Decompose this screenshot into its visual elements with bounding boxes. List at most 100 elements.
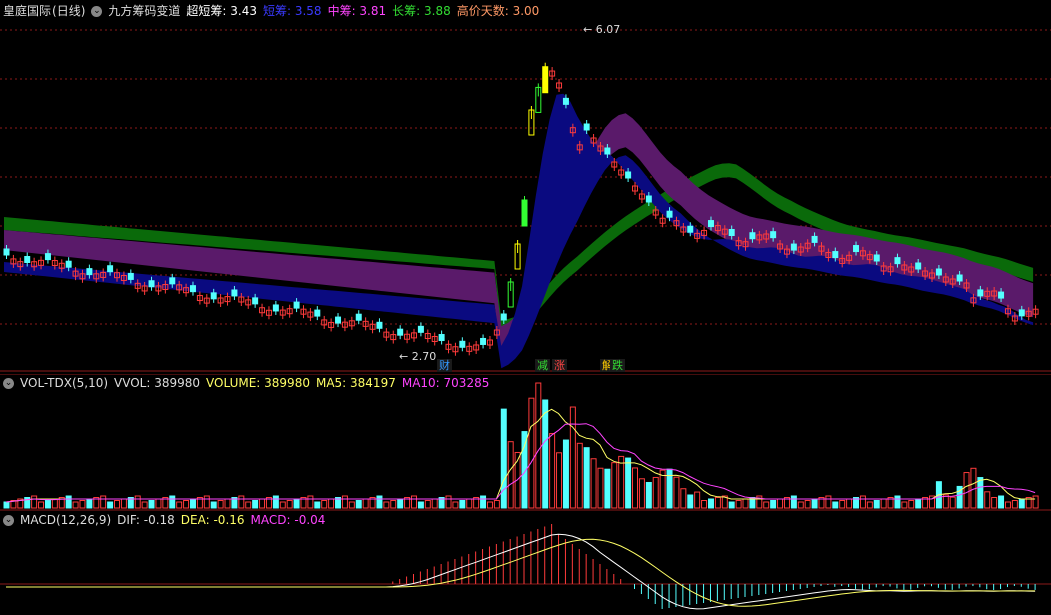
candle-body bbox=[3, 248, 10, 256]
volume-bar bbox=[707, 498, 714, 509]
candle-body bbox=[107, 265, 114, 273]
volume-bar bbox=[362, 498, 369, 509]
volume-bar bbox=[1032, 495, 1039, 509]
candle-body bbox=[790, 243, 797, 251]
candle-body bbox=[252, 297, 259, 305]
volume-bar bbox=[528, 397, 535, 509]
volume-bar bbox=[797, 501, 804, 509]
candle-body bbox=[542, 66, 549, 94]
volume-bar bbox=[625, 457, 632, 509]
volume-bar bbox=[500, 408, 507, 509]
volume-bar bbox=[680, 488, 687, 509]
volume-bar bbox=[376, 495, 383, 509]
dea-line bbox=[6, 538, 1036, 607]
candle-body bbox=[480, 337, 487, 345]
volume-bar bbox=[728, 501, 735, 509]
volume-bar bbox=[666, 468, 673, 509]
volume-bar bbox=[79, 500, 86, 509]
volume-bar bbox=[397, 498, 404, 509]
volume-bar bbox=[307, 495, 314, 509]
volume-chart[interactable] bbox=[0, 374, 1051, 512]
volume-bar bbox=[259, 498, 266, 509]
event-marker-1[interactable]: 减 bbox=[535, 359, 550, 372]
candle-body bbox=[272, 304, 279, 312]
volume-bar bbox=[459, 500, 466, 509]
volume-bar bbox=[742, 498, 749, 509]
candle-body bbox=[65, 260, 72, 268]
candle-body bbox=[86, 268, 93, 276]
candle-body bbox=[376, 321, 383, 329]
volume-bar bbox=[203, 495, 210, 509]
volume-bar bbox=[183, 500, 190, 509]
volume-bar bbox=[486, 501, 493, 509]
candle-body bbox=[521, 199, 528, 227]
volume-bar bbox=[652, 476, 659, 509]
volume-bar bbox=[714, 497, 721, 509]
volume-bar bbox=[348, 501, 355, 509]
volume-bar bbox=[3, 501, 10, 509]
candle-body bbox=[335, 316, 342, 324]
volume-bar bbox=[963, 472, 970, 509]
candle-body bbox=[44, 253, 51, 261]
volume-bar bbox=[590, 458, 597, 509]
volume-bar bbox=[1011, 500, 1018, 509]
low-price-label: ← 2.70 bbox=[399, 350, 436, 363]
candle-body bbox=[500, 313, 507, 321]
volume-bar bbox=[141, 501, 148, 509]
volume-bar bbox=[38, 501, 45, 509]
event-marker-0[interactable]: 财 bbox=[437, 359, 452, 372]
volume-bar bbox=[189, 498, 196, 509]
candle-body bbox=[314, 309, 321, 317]
volume-bar bbox=[245, 501, 252, 509]
volume-bar bbox=[238, 495, 245, 509]
candle-body bbox=[210, 292, 217, 300]
volume-bar bbox=[493, 500, 500, 509]
volume-bar bbox=[949, 496, 956, 509]
volume-bar bbox=[100, 495, 107, 509]
candle-body bbox=[293, 301, 300, 309]
volume-bar bbox=[811, 498, 818, 509]
volume-bar bbox=[155, 498, 162, 509]
event-marker-4[interactable]: 跌 bbox=[610, 359, 625, 372]
volume-bar bbox=[908, 500, 915, 509]
volume-bar bbox=[915, 498, 922, 509]
volume-bar bbox=[390, 500, 397, 509]
volume-bar bbox=[72, 501, 79, 509]
volume-bar bbox=[735, 500, 742, 509]
volume-bar bbox=[114, 500, 121, 509]
volume-bar bbox=[480, 495, 487, 509]
volume-bar bbox=[846, 498, 853, 509]
event-marker-2[interactable]: 涨 bbox=[552, 359, 567, 372]
candle-body bbox=[832, 251, 839, 259]
volume-bar bbox=[210, 501, 217, 509]
volume-bar bbox=[134, 495, 141, 509]
volume-bar bbox=[763, 501, 770, 509]
volume-bar bbox=[65, 495, 72, 509]
volume-bar bbox=[770, 500, 777, 509]
macd-chart[interactable] bbox=[0, 512, 1051, 615]
candle-body bbox=[24, 256, 31, 264]
volume-bar bbox=[148, 500, 155, 509]
volume-bar bbox=[286, 500, 293, 509]
volume-bar bbox=[321, 500, 328, 509]
volume-bar bbox=[998, 495, 1005, 509]
volume-bar bbox=[542, 399, 549, 509]
volume-bar bbox=[880, 498, 887, 509]
candle-body bbox=[770, 231, 777, 239]
price-chart[interactable]: ← 6.07 ← 2.70 bbox=[0, 0, 1051, 372]
volume-bar bbox=[645, 481, 652, 509]
candle-body bbox=[1018, 309, 1025, 317]
volume-bar bbox=[445, 495, 452, 509]
volume-bar bbox=[638, 478, 645, 509]
volume-bar bbox=[31, 495, 38, 509]
candle-body bbox=[977, 289, 984, 297]
volume-bar bbox=[549, 433, 556, 509]
candle-body bbox=[873, 254, 880, 262]
candle-body bbox=[728, 228, 735, 236]
candle-body bbox=[687, 225, 694, 233]
candle-body bbox=[231, 289, 238, 297]
volume-bar bbox=[279, 501, 286, 509]
volume-bar bbox=[611, 462, 618, 509]
volume-bar bbox=[410, 495, 417, 509]
volume-bar bbox=[673, 476, 680, 509]
